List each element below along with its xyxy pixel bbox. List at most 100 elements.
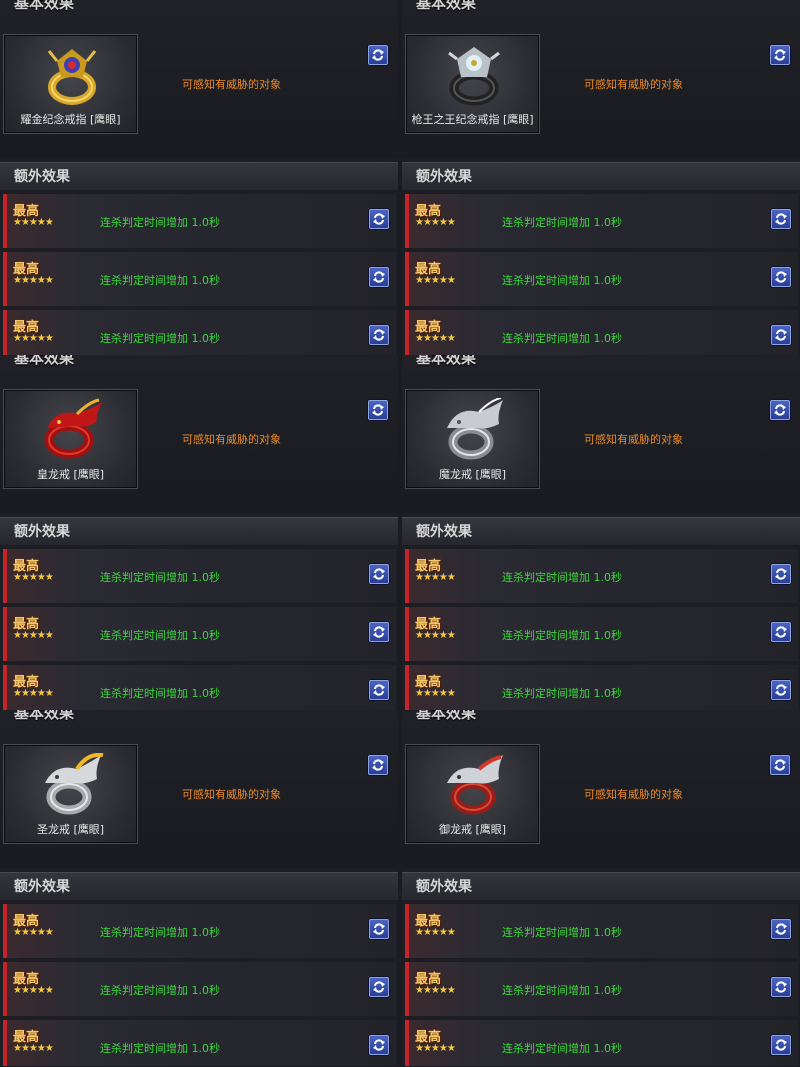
extra-effect-text: 连杀判定时间增加 1.0秒 xyxy=(502,926,622,939)
basic-effect-section: 基本效果 魔龙戒 [鹰眼] 可感知有威胁的对象 xyxy=(402,355,800,513)
refresh-button[interactable] xyxy=(771,680,791,700)
star-rating: ★★★★★ xyxy=(415,630,456,641)
refresh-button[interactable] xyxy=(369,267,389,287)
star-rating: ★★★★★ xyxy=(415,985,456,996)
refresh-button[interactable] xyxy=(369,1035,389,1055)
refresh-button[interactable] xyxy=(771,919,791,939)
extra-effect-row: 最高 ★★★★★ 连杀判定时间增加 1.0秒 xyxy=(405,310,798,356)
ring-panel: 基本效果 御龙戒 [鹰眼] 可感知有威胁的对象 额外效果 最高 ★★★★★ 连杀… xyxy=(402,710,800,1066)
refresh-button[interactable] xyxy=(369,325,389,345)
refresh-button[interactable] xyxy=(368,755,388,775)
extra-effect-text: 连杀判定时间增加 1.0秒 xyxy=(502,629,622,642)
basic-effect-header: 基本效果 xyxy=(14,0,75,12)
extra-effect-header-bar: 额外效果 xyxy=(402,162,800,190)
refresh-button[interactable] xyxy=(771,267,791,287)
extra-effect-text: 连杀判定时间增加 1.0秒 xyxy=(100,274,220,287)
extra-effect-row: 最高 ★★★★★ 连杀判定时间增加 1.0秒 xyxy=(405,549,798,603)
star-rating: ★★★★★ xyxy=(415,688,456,699)
extra-effect-row: 最高 ★★★★★ 连杀判定时间增加 1.0秒 xyxy=(3,962,396,1016)
extra-effect-row: 最高 ★★★★★ 连杀判定时间增加 1.0秒 xyxy=(3,1020,396,1066)
extra-effect-text: 连杀判定时间增加 1.0秒 xyxy=(100,332,220,345)
basic-effect-header: 基本效果 xyxy=(416,0,477,12)
item-slot[interactable]: 枪王之王纪念戒指 [鹰眼] xyxy=(405,34,540,134)
extra-effect-header-bar: 额外效果 xyxy=(0,162,398,190)
refresh-button[interactable] xyxy=(770,755,790,775)
basic-effect-text: 可感知有威胁的对象 xyxy=(584,78,683,91)
item-slot[interactable]: 圣龙戒 [鹰眼] xyxy=(3,744,138,844)
basic-effect-text: 可感知有威胁的对象 xyxy=(584,788,683,801)
refresh-button[interactable] xyxy=(369,209,389,229)
star-rating: ★★★★★ xyxy=(13,927,54,938)
extra-effect-text: 连杀判定时间增加 1.0秒 xyxy=(502,1042,622,1055)
extra-effect-header: 额外效果 xyxy=(416,524,472,540)
ring-panel: 基本效果 皇龙戒 [鹰眼] 可感知有威胁的对象 额外效果 最高 ★★★★★ 连杀… xyxy=(0,355,398,711)
item-name: 圣龙戒 [鹰眼] xyxy=(36,823,105,836)
item-slot[interactable]: 皇龙戒 [鹰眼] xyxy=(3,389,138,489)
extra-effect-row: 最高 ★★★★★ 连杀判定时间增加 1.0秒 xyxy=(405,1020,798,1066)
basic-effect-section: 基本效果 圣龙戒 [鹰眼] 可感知有威胁的对象 xyxy=(0,710,398,868)
extra-effect-header-bar: 额外效果 xyxy=(402,517,800,545)
refresh-button[interactable] xyxy=(770,400,790,420)
refresh-button[interactable] xyxy=(771,1035,791,1055)
refresh-button[interactable] xyxy=(369,680,389,700)
refresh-button[interactable] xyxy=(369,564,389,584)
basic-effect-header: 基本效果 xyxy=(416,710,477,722)
extra-effect-row: 最高 ★★★★★ 连杀判定时间增加 1.0秒 xyxy=(405,665,798,711)
extra-effect-header: 额外效果 xyxy=(416,169,472,185)
extra-effect-text: 连杀判定时间增加 1.0秒 xyxy=(502,216,622,229)
star-rating: ★★★★★ xyxy=(415,572,456,583)
extra-effect-header-bar: 额外效果 xyxy=(0,872,398,900)
extra-effect-row: 最高 ★★★★★ 连杀判定时间增加 1.0秒 xyxy=(405,194,798,248)
refresh-button[interactable] xyxy=(771,325,791,345)
refresh-button[interactable] xyxy=(369,622,389,642)
refresh-button[interactable] xyxy=(368,400,388,420)
item-slot[interactable]: 魔龙戒 [鹰眼] xyxy=(405,389,540,489)
star-rating: ★★★★★ xyxy=(13,1043,54,1054)
basic-effect-header: 基本效果 xyxy=(14,355,75,367)
refresh-button[interactable] xyxy=(771,977,791,997)
extra-effect-header: 额外效果 xyxy=(14,879,70,895)
star-rating: ★★★★★ xyxy=(13,985,54,996)
extra-effect-row: 最高 ★★★★★ 连杀判定时间增加 1.0秒 xyxy=(3,607,396,661)
ring-panel: 基本效果 耀金纪念戒指 [鹰眼] 可感知有威胁的对象 额外效果 最高 ★★★★★… xyxy=(0,0,398,356)
star-rating: ★★★★★ xyxy=(415,927,456,938)
refresh-button[interactable] xyxy=(369,919,389,939)
item-slot[interactable]: 耀金纪念戒指 [鹰眼] xyxy=(3,34,138,134)
extra-effect-text: 连杀判定时间增加 1.0秒 xyxy=(100,926,220,939)
refresh-button[interactable] xyxy=(771,622,791,642)
item-slot[interactable]: 御龙戒 [鹰眼] xyxy=(405,744,540,844)
extra-effect-row: 最高 ★★★★★ 连杀判定时间增加 1.0秒 xyxy=(405,904,798,958)
extra-effect-row: 最高 ★★★★★ 连杀判定时间增加 1.0秒 xyxy=(3,904,396,958)
item-name: 耀金纪念戒指 [鹰眼] xyxy=(20,113,121,126)
basic-effect-text: 可感知有威胁的对象 xyxy=(182,788,281,801)
refresh-button[interactable] xyxy=(770,45,790,65)
extra-effect-header: 额外效果 xyxy=(14,169,70,185)
extra-effect-row: 最高 ★★★★★ 连杀判定时间增加 1.0秒 xyxy=(405,252,798,306)
extra-effect-text: 连杀判定时间增加 1.0秒 xyxy=(502,687,622,700)
basic-effect-header: 基本效果 xyxy=(14,710,75,722)
basic-effect-text: 可感知有威胁的对象 xyxy=(182,78,281,91)
star-rating: ★★★★★ xyxy=(13,688,54,699)
extra-effect-row: 最高 ★★★★★ 连杀判定时间增加 1.0秒 xyxy=(3,194,396,248)
refresh-button[interactable] xyxy=(369,977,389,997)
extra-effect-header-bar: 额外效果 xyxy=(0,517,398,545)
star-rating: ★★★★★ xyxy=(415,333,456,344)
extra-effect-text: 连杀判定时间增加 1.0秒 xyxy=(100,984,220,997)
basic-effect-section: 基本效果 枪王之王纪念戒指 [鹰眼] 可感知有威胁的对象 xyxy=(402,0,800,158)
item-name: 御龙戒 [鹰眼] xyxy=(438,823,507,836)
basic-effect-section: 基本效果 御龙戒 [鹰眼] 可感知有威胁的对象 xyxy=(402,710,800,868)
item-name: 魔龙戒 [鹰眼] xyxy=(438,468,507,481)
star-rating: ★★★★★ xyxy=(13,572,54,583)
extra-effect-text: 连杀判定时间增加 1.0秒 xyxy=(502,274,622,287)
star-rating: ★★★★★ xyxy=(13,275,54,286)
extra-effect-text: 连杀判定时间增加 1.0秒 xyxy=(502,332,622,345)
extra-effect-header: 额外效果 xyxy=(14,524,70,540)
basic-effect-section: 基本效果 耀金纪念戒指 [鹰眼] 可感知有威胁的对象 xyxy=(0,0,398,158)
refresh-button[interactable] xyxy=(771,209,791,229)
refresh-button[interactable] xyxy=(368,45,388,65)
star-rating: ★★★★★ xyxy=(415,275,456,286)
extra-effect-text: 连杀判定时间增加 1.0秒 xyxy=(100,1042,220,1055)
star-rating: ★★★★★ xyxy=(415,1043,456,1054)
refresh-button[interactable] xyxy=(771,564,791,584)
extra-effect-text: 连杀判定时间增加 1.0秒 xyxy=(502,571,622,584)
